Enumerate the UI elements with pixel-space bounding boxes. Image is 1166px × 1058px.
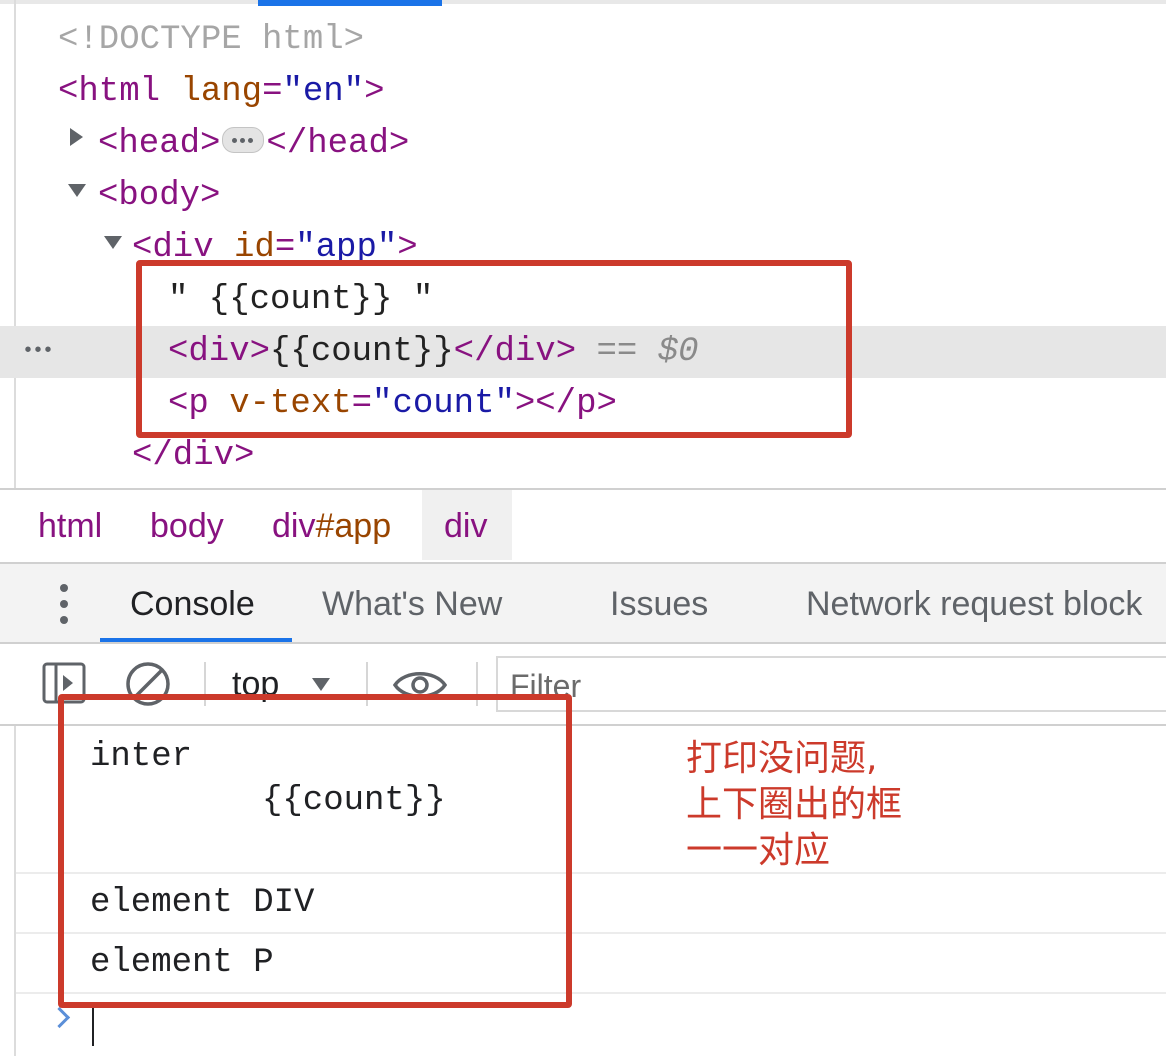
tree-node-html[interactable]: <html lang="en">	[0, 66, 1166, 118]
tab-console[interactable]: Console	[130, 564, 255, 644]
annotation-line: 一一对应	[686, 830, 831, 871]
body-open-tag: <body>	[98, 177, 221, 215]
active-panel-indicator	[258, 0, 442, 6]
doctype-text: <!DOCTYPE html>	[58, 21, 365, 59]
tree-node-doctype[interactable]: <!DOCTYPE html>	[0, 14, 1166, 66]
tree-node-head[interactable]: <head> </head>	[0, 118, 1166, 170]
tab-issues[interactable]: Issues	[610, 564, 708, 644]
filter-input[interactable]	[510, 666, 1150, 706]
tab-network-request-blocking[interactable]: Network request block	[806, 564, 1142, 644]
more-options-icon[interactable]	[60, 584, 68, 624]
breadcrumb-item-div-app[interactable]: div#app	[272, 490, 391, 562]
head-close-tag: </head>	[266, 125, 410, 163]
breadcrumb-item-div[interactable]: div	[444, 490, 487, 562]
top-border	[0, 0, 1166, 4]
html-open-tag: <html	[58, 73, 161, 111]
html-open-close: >	[364, 73, 385, 111]
collapse-triangle-icon[interactable]	[68, 184, 86, 197]
annotation-line: 上下圈出的框	[686, 784, 903, 825]
html-attr-name: lang	[180, 73, 263, 111]
collapsed-ellipsis-icon[interactable]	[222, 127, 265, 154]
expand-triangle-icon[interactable]	[70, 128, 83, 146]
row-actions-dots-icon[interactable]: •••	[22, 326, 54, 378]
tree-node-body[interactable]: <body>	[0, 170, 1166, 222]
head-open-tag: <head>	[98, 125, 221, 163]
tab-whats-new[interactable]: What's New	[322, 564, 502, 644]
collapse-triangle-icon[interactable]	[104, 236, 122, 249]
breadcrumb-item-html[interactable]: html	[38, 490, 102, 562]
console-input-caret[interactable]	[92, 1006, 94, 1046]
filter-box	[496, 656, 1166, 712]
breadcrumb: html body div#app div	[0, 488, 1166, 562]
breadcrumb-item-body[interactable]: body	[150, 490, 224, 562]
chevron-down-icon	[312, 678, 330, 691]
annotation-box-dom	[136, 260, 852, 438]
annotation-line: 打印没问题,	[686, 738, 878, 779]
annotation-box-console	[58, 694, 572, 1008]
annotation-note: 打印没问题, 上下圈出的框 一一对应	[686, 736, 986, 874]
drawer-tab-bar: Console What's New Issues Network reques…	[0, 562, 1166, 644]
html-attr-value: "en"	[282, 73, 365, 111]
